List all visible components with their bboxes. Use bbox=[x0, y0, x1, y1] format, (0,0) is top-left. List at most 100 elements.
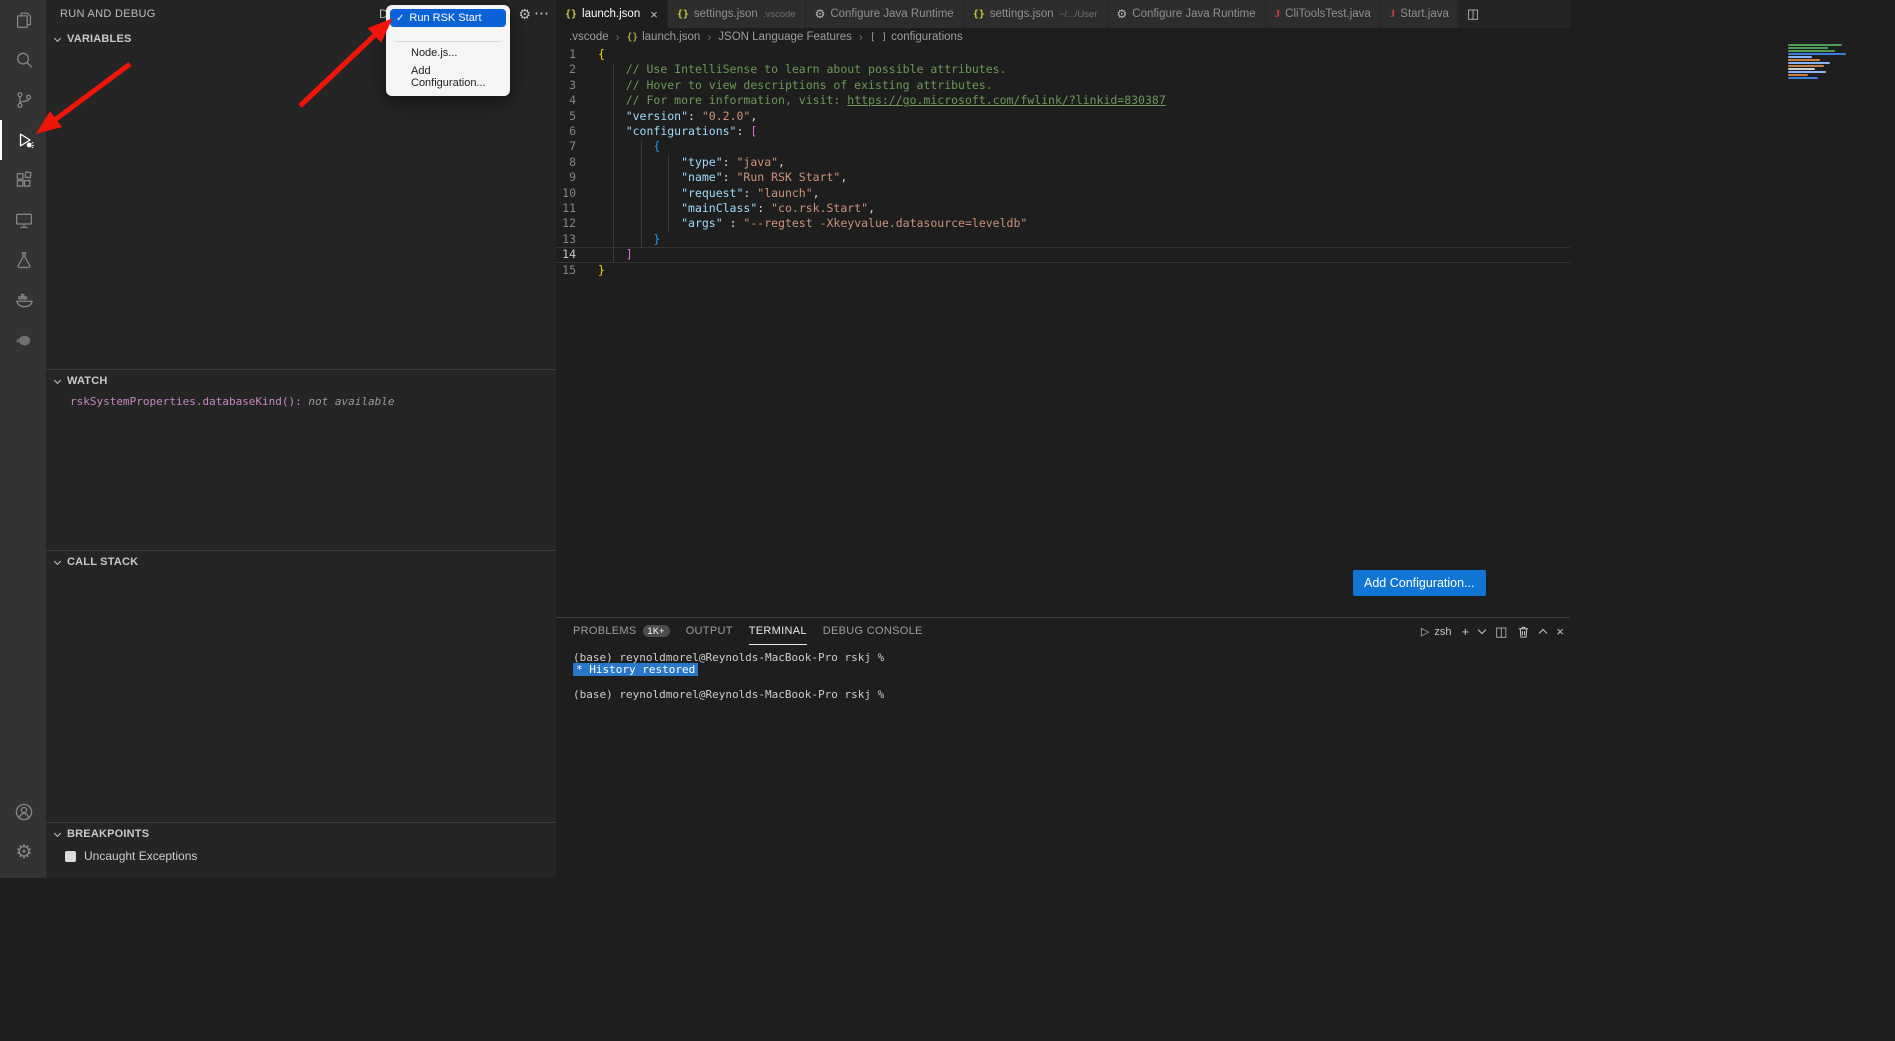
code-line-1[interactable]: 1{ bbox=[556, 47, 1570, 62]
code-line-5[interactable]: 5 "version": "0.2.0", bbox=[556, 109, 1570, 124]
line-number: 9 bbox=[556, 170, 590, 185]
terminal-play-icon: ▷ bbox=[1421, 625, 1429, 638]
tab-configure-java-runtime[interactable]: ⚙Configure Java Runtime bbox=[806, 0, 964, 28]
more-actions-icon[interactable]: ⋯ bbox=[534, 4, 549, 22]
open-launch-json-gear-icon[interactable]: ⚙ bbox=[518, 6, 531, 23]
code-text: // Use IntelliSense to learn about possi… bbox=[590, 62, 1007, 77]
remote-explorer-icon[interactable] bbox=[0, 200, 46, 240]
sidebar-title: RUN AND DEBUG bbox=[60, 8, 156, 20]
run-and-debug-icon[interactable] bbox=[0, 120, 46, 160]
tab-description: .vscode bbox=[763, 9, 796, 20]
code-line-7[interactable]: 7 { bbox=[556, 139, 1570, 154]
terminal-instance[interactable]: ▷ zsh bbox=[1421, 625, 1452, 638]
menu-item-run-rsk-start[interactable]: ✓ Run RSK Start bbox=[390, 9, 506, 27]
menu-spacer bbox=[390, 27, 506, 39]
code-line-3[interactable]: 3 // Hover to view descriptions of exist… bbox=[556, 78, 1570, 93]
line-number: 7 bbox=[556, 139, 590, 154]
terminal-dropdown-chevron-icon[interactable] bbox=[1478, 626, 1486, 634]
code-line-9[interactable]: 9 "name": "Run RSK Start", bbox=[556, 170, 1570, 185]
line-number: 12 bbox=[556, 216, 590, 231]
split-editor-icon[interactable]: ◫ bbox=[1467, 6, 1479, 22]
code-line-12[interactable]: 12 "args" : "--regtest -Xkeyvalue.dataso… bbox=[556, 216, 1570, 231]
tab-settings-json[interactable]: {}settings.json~/.../User bbox=[964, 0, 1108, 28]
panel-tab-terminal[interactable]: TERMINAL bbox=[749, 618, 807, 645]
code-text: ] bbox=[590, 247, 633, 262]
gear-glyph: ⚙ bbox=[15, 843, 32, 862]
search-icon[interactable] bbox=[0, 40, 46, 80]
tab-start-java[interactable]: JStart.java bbox=[1381, 0, 1459, 28]
panel-tab-problems[interactable]: PROBLEMS1K+ bbox=[573, 618, 670, 645]
breadcrumb-label: configurations bbox=[891, 31, 963, 43]
panel-tab-label: OUTPUT bbox=[686, 625, 733, 637]
watch-section-label: WATCH bbox=[67, 375, 108, 387]
panel-actions: ▷ zsh + ◫ × bbox=[1421, 618, 1564, 645]
code-line-11[interactable]: 11 "mainClass": "co.rsk.Start", bbox=[556, 201, 1570, 216]
tab-configure-java-runtime[interactable]: ⚙Configure Java Runtime bbox=[1108, 0, 1266, 28]
editor-group: {}launch.json×{}settings.json.vscode⚙Con… bbox=[556, 0, 1570, 878]
vscode-window: ⚙ RUN AND DEBUG D ⚙ ⋯ VARIABLES bbox=[0, 0, 1570, 878]
activity-bar-bottom: ⚙ bbox=[0, 792, 46, 872]
run-and-debug-sidebar: RUN AND DEBUG D ⚙ ⋯ VARIABLES WATCH rskS… bbox=[46, 0, 556, 878]
json-file-icon: {} bbox=[565, 9, 577, 20]
code-line-10[interactable]: 10 "request": "launch", bbox=[556, 186, 1570, 201]
selected-config-label: Run RSK Start bbox=[409, 12, 481, 24]
tab-launch-json[interactable]: {}launch.json× bbox=[556, 0, 668, 28]
terminal-output[interactable]: (base) reynoldmorel@Reynolds-MacBook-Pro… bbox=[556, 645, 1570, 701]
close-panel-icon[interactable]: × bbox=[1556, 625, 1564, 638]
code-text: "request": "launch", bbox=[590, 186, 820, 201]
watch-section-header[interactable]: WATCH bbox=[46, 370, 556, 392]
code-line-14[interactable]: 14 ] bbox=[556, 247, 1570, 262]
breadcrumb-item-configurations[interactable]: [ ] configurations bbox=[870, 31, 963, 43]
breadcrumb-item-vscode[interactable]: .vscode bbox=[569, 31, 609, 43]
menu-item-node-js[interactable]: Node.js... bbox=[390, 44, 506, 62]
tab-bar: {}launch.json×{}settings.json.vscode⚙Con… bbox=[556, 0, 1570, 28]
java-file-icon: J bbox=[1390, 8, 1396, 20]
panel-tab-debug-console[interactable]: DEBUG CONSOLE bbox=[823, 618, 923, 645]
java-file-icon: J bbox=[1275, 8, 1281, 20]
code-text: "configurations": [ bbox=[590, 124, 757, 139]
maximize-panel-icon[interactable] bbox=[1539, 629, 1547, 637]
tab-settings-json[interactable]: {}settings.json.vscode bbox=[668, 0, 806, 28]
source-control-icon[interactable] bbox=[0, 80, 46, 120]
breadcrumb-item-launch-json[interactable]: {}launch.json bbox=[627, 31, 701, 43]
chevron-down-icon bbox=[54, 34, 61, 41]
panel-tab-output[interactable]: OUTPUT bbox=[686, 618, 733, 645]
tab-clitoolstest-java[interactable]: JCliToolsTest.java bbox=[1266, 0, 1381, 28]
variables-section-label: VARIABLES bbox=[67, 33, 132, 45]
chevron-down-icon bbox=[54, 829, 61, 836]
call-stack-section-header[interactable]: CALL STACK bbox=[46, 551, 556, 573]
split-terminal-icon[interactable]: ◫ bbox=[1495, 625, 1507, 638]
breakpoints-section-header[interactable]: BREAKPOINTS bbox=[46, 823, 556, 845]
code-lines: 1{2 // Use IntelliSense to learn about p… bbox=[556, 47, 1570, 278]
settings-gear-icon[interactable]: ⚙ bbox=[0, 832, 46, 872]
code-text: "mainClass": "co.rsk.Start", bbox=[590, 201, 875, 216]
code-line-8[interactable]: 8 "type": "java", bbox=[556, 155, 1570, 170]
array-icon: [ ] bbox=[870, 32, 887, 43]
add-configuration-button[interactable]: Add Configuration... bbox=[1353, 570, 1486, 596]
gradle-icon[interactable] bbox=[0, 320, 46, 360]
minimap-line bbox=[1788, 65, 1824, 67]
code-editor[interactable]: 1{2 // Use IntelliSense to learn about p… bbox=[556, 46, 1570, 617]
explorer-icon[interactable] bbox=[0, 0, 46, 40]
code-line-15[interactable]: 15} bbox=[556, 263, 1570, 278]
new-terminal-icon[interactable]: + bbox=[1462, 625, 1470, 638]
docker-icon[interactable] bbox=[0, 280, 46, 320]
code-line-13[interactable]: 13 } bbox=[556, 232, 1570, 247]
breadcrumb-item-json-language-features[interactable]: JSON Language Features bbox=[718, 31, 852, 43]
accounts-icon[interactable] bbox=[0, 792, 46, 832]
menu-items: Node.js...Add Configuration... bbox=[390, 44, 506, 92]
line-number: 10 bbox=[556, 186, 590, 201]
code-text: { bbox=[590, 47, 605, 62]
code-line-6[interactable]: 6 "configurations": [ bbox=[556, 124, 1570, 139]
uncaught-exceptions-checkbox[interactable] bbox=[65, 851, 76, 862]
menu-item-add-configuration[interactable]: Add Configuration... bbox=[390, 62, 506, 92]
close-icon[interactable]: × bbox=[650, 7, 658, 22]
testing-icon[interactable] bbox=[0, 240, 46, 280]
watch-expression-row[interactable]: rskSystemProperties.databaseKind(): not … bbox=[46, 395, 556, 408]
extensions-icon[interactable] bbox=[0, 160, 46, 200]
minimap-line bbox=[1788, 47, 1828, 49]
kill-terminal-trash-icon[interactable] bbox=[1517, 625, 1530, 639]
code-line-2[interactable]: 2 // Use IntelliSense to learn about pos… bbox=[556, 62, 1570, 77]
code-text: "type": "java", bbox=[590, 155, 785, 170]
code-line-4[interactable]: 4 // For more information, visit: https:… bbox=[556, 93, 1570, 108]
